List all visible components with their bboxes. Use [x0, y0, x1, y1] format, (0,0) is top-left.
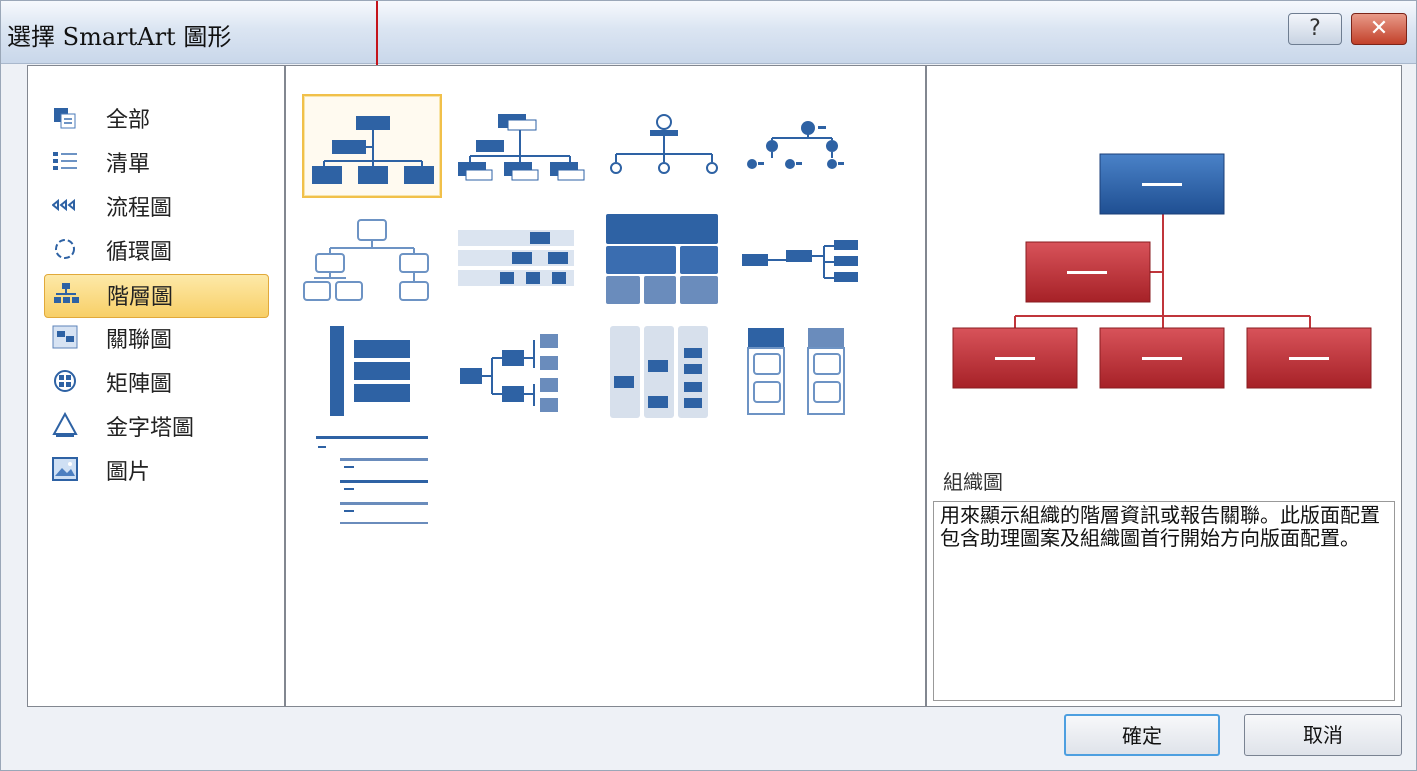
title-bar: 選擇 SmartArt 圖形 ? ✕	[1, 1, 1416, 64]
category-label: 金字塔圖	[106, 416, 195, 441]
category-label: 全部	[106, 108, 151, 133]
all-icon	[54, 108, 76, 129]
category-cycle[interactable]: 循環圖	[44, 230, 269, 274]
layout-hierarchy-list[interactable]	[302, 322, 442, 426]
category-matrix[interactable]: 矩陣圖	[44, 362, 269, 406]
circle-picture-hierarchy-icon	[610, 114, 718, 174]
category-label: 流程圖	[106, 196, 173, 221]
dialog-title: 選擇 SmartArt 圖形	[7, 23, 232, 51]
layout-gallery	[285, 65, 926, 707]
category-label: 關聯圖	[106, 328, 173, 353]
layout-horizontal-labeled-hierarchy[interactable]	[594, 322, 734, 426]
category-label: 清單	[106, 152, 151, 177]
help-button[interactable]: ?	[1288, 13, 1342, 45]
category-label: 矩陣圖	[106, 372, 173, 397]
category-process[interactable]: 流程圖	[44, 186, 269, 230]
preview-panel: 組織圖 用來顯示組織的階層資訊或報告關聯。此版面配置包含助理圖案及組織圖首行開始…	[926, 65, 1402, 707]
layout-circle-picture-hierarchy[interactable]	[594, 94, 734, 198]
architecture-layout-icon	[747, 328, 845, 415]
table-hierarchy-icon	[606, 214, 718, 304]
smartart-dialog: 選擇 SmartArt 圖形 ? ✕ 全部 清單 流程圖 循環圖 階層圖 關聯圖	[0, 0, 1417, 771]
layout-architecture-layout[interactable]	[738, 322, 878, 426]
org-chart-preview-icon	[952, 153, 1372, 389]
category-label: 階層圖	[107, 285, 174, 310]
layout-name-title-org-chart[interactable]	[452, 94, 592, 198]
layout-labeled-hierarchy[interactable]	[452, 210, 592, 314]
category-relationship[interactable]: 關聯圖	[44, 318, 269, 362]
cycle-icon	[55, 239, 75, 259]
pyramid-icon	[52, 412, 78, 437]
relationship-icon	[52, 325, 78, 349]
list-icon	[53, 152, 77, 170]
layout-labeled-hierarchy-dots[interactable]	[738, 94, 878, 198]
hierarchy-icon	[54, 283, 79, 303]
close-button[interactable]: ✕	[1351, 13, 1407, 45]
picture-icon	[52, 457, 78, 481]
matrix-icon	[54, 370, 76, 392]
category-all[interactable]: 全部	[44, 98, 269, 142]
layout-table-hierarchy[interactable]	[594, 210, 734, 314]
cancel-button[interactable]: 取消	[1244, 714, 1402, 756]
labeled-hierarchy-dots-icon	[747, 121, 844, 169]
process-icon	[52, 198, 75, 212]
category-list-item[interactable]: 清單	[44, 142, 269, 186]
name-title-org-chart-icon	[458, 114, 585, 181]
ok-button[interactable]: 確定	[1064, 714, 1220, 756]
category-pyramid[interactable]: 金字塔圖	[44, 406, 269, 450]
labeled-hierarchy-icon	[458, 230, 574, 286]
layout-lined-list[interactable]	[302, 430, 442, 534]
category-list: 全部 清單 流程圖 循環圖 階層圖 關聯圖 矩陣圖 金字塔圖 圖片	[27, 65, 285, 707]
horizontal-labeled-hierarchy-icon	[610, 326, 708, 418]
lined-list-icon	[316, 436, 428, 524]
layout-org-chart[interactable]	[302, 94, 442, 198]
preview-title: 組織圖	[943, 470, 1003, 494]
category-label: 循環圖	[106, 240, 173, 265]
layout-horizontal-hierarchy[interactable]	[452, 322, 592, 426]
hierarchy-outline-icon	[303, 219, 429, 301]
hierarchy-list-icon	[330, 326, 410, 416]
category-label: 圖片	[106, 460, 151, 485]
preview-description: 用來顯示組織的階層資訊或報告關聯。此版面配置包含助理圖案及組織圖首行開始方向版面…	[933, 501, 1395, 701]
horizontal-hierarchy-icon	[460, 334, 558, 412]
layout-hierarchy[interactable]	[302, 210, 442, 314]
category-picture[interactable]: 圖片	[44, 450, 269, 494]
category-hierarchy[interactable]: 階層圖	[44, 274, 269, 318]
org-chart-thumbnail-icon	[312, 116, 434, 184]
layout-horizontal-org-chart[interactable]	[738, 210, 878, 314]
horizontal-org-chart-icon	[742, 240, 858, 282]
